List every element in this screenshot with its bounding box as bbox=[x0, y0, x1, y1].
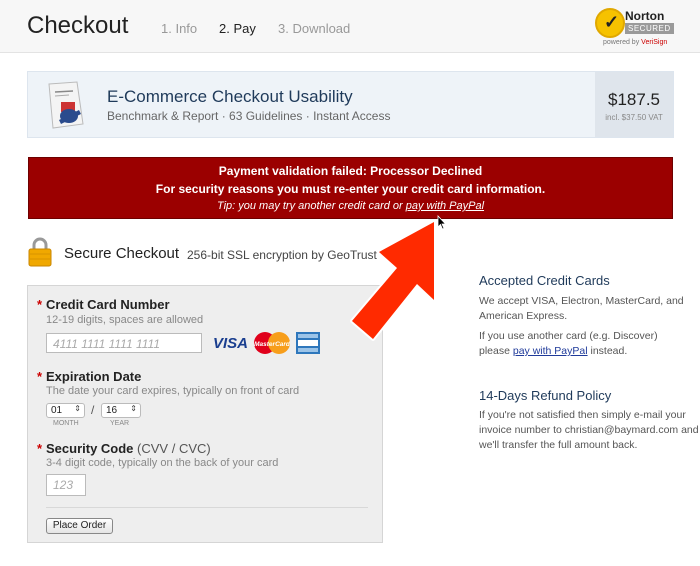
refund-policy-title: 14-Days Refund Policy bbox=[479, 388, 612, 403]
payment-form: * Credit Card Number 12-19 digits, spaces… bbox=[27, 285, 383, 543]
sidebar-paypal-link[interactable]: pay with PayPal bbox=[513, 345, 588, 357]
report-book-icon bbox=[48, 81, 84, 129]
chevron-down-icon: ⇕ bbox=[130, 404, 137, 413]
error-title: Payment validation failed: Processor Dec… bbox=[218, 164, 483, 178]
year-label: YEAR bbox=[110, 420, 130, 427]
error-tip: Tip: you may try another credit card or … bbox=[216, 200, 485, 212]
svg-text:MasterCard: MasterCard bbox=[254, 341, 291, 348]
error-message: For security reasons you must re-enter y… bbox=[155, 182, 546, 196]
svg-text:VISA: VISA bbox=[213, 335, 248, 352]
checkout-header: Checkout 1. Info 2. Pay 3. Download ✓ No… bbox=[0, 0, 700, 53]
expiration-label: * Expiration Date bbox=[37, 369, 142, 384]
expiration-help: The date your card expires, typically on… bbox=[46, 385, 300, 397]
norton-powered-by: powered by VeriSign bbox=[603, 39, 668, 46]
step-info[interactable]: 1. Info bbox=[161, 21, 197, 36]
chevron-down-icon: ⇕ bbox=[74, 404, 81, 413]
expiration-year-select[interactable]: 16 ⇕ bbox=[101, 403, 141, 418]
security-code-input[interactable]: 123 bbox=[46, 474, 86, 496]
page-title: Checkout bbox=[27, 12, 129, 39]
norton-secured-badge[interactable]: ✓ Norton SECURED powered by VeriSign bbox=[595, 6, 675, 50]
form-divider bbox=[46, 507, 368, 508]
security-code-help: 3-4 digit code, typically on the back of… bbox=[46, 457, 279, 469]
checkmark-icon: ✓ bbox=[595, 8, 625, 38]
visa-icon: VISA bbox=[213, 335, 248, 352]
security-code-label: * Security Code (CVV / CVC) bbox=[37, 441, 211, 456]
secure-checkout-title: Secure Checkout bbox=[64, 245, 180, 262]
product-description: Benchmark & Report · 63 Guidelines · Ins… bbox=[107, 109, 391, 123]
vat-note: incl. $37.50 VAT bbox=[605, 113, 663, 122]
amex-icon bbox=[296, 332, 320, 354]
mouse-cursor-icon bbox=[437, 215, 447, 230]
mastercard-icon: MasterCard bbox=[254, 332, 291, 354]
refund-policy-text: If you're not satisfied then simply e-ma… bbox=[479, 409, 699, 451]
accepted-cards-text: We accept VISA, Electron, MasterCard, an… bbox=[479, 295, 684, 322]
ssl-subtitle: 256-bit SSL encryption by GeoTrust bbox=[187, 248, 377, 262]
expiration-month-select[interactable]: 01 ⇕ bbox=[46, 403, 85, 418]
norton-brand: Norton bbox=[625, 9, 665, 23]
date-separator: / bbox=[91, 403, 95, 417]
payment-error-banner: Payment validation failed: Processor Dec… bbox=[28, 157, 673, 219]
month-label: MONTH bbox=[53, 420, 79, 427]
accepted-cards-title: Accepted Credit Cards bbox=[479, 273, 610, 288]
error-paypal-link[interactable]: pay with PayPal bbox=[406, 200, 484, 212]
step-pay[interactable]: 2. Pay bbox=[219, 21, 256, 36]
step-download[interactable]: 3. Download bbox=[278, 21, 350, 36]
card-number-label: * Credit Card Number bbox=[37, 297, 170, 312]
padlock-icon bbox=[28, 237, 52, 267]
card-number-help: 12-19 digits, spaces are allowed bbox=[46, 314, 204, 326]
other-card-text: If you use another card (e.g. Discover) … bbox=[479, 330, 658, 357]
place-order-button[interactable]: Place Order bbox=[46, 518, 113, 534]
norton-secured-label: SECURED bbox=[625, 23, 674, 34]
card-number-input[interactable]: 4111 1111 1111 1111 bbox=[46, 333, 202, 353]
price-box: $187.5 incl. $37.50 VAT bbox=[595, 72, 673, 137]
price: $187.5 bbox=[608, 90, 660, 109]
product-summary: E-Commerce Checkout Usability Benchmark … bbox=[27, 71, 674, 138]
product-name: E-Commerce Checkout Usability bbox=[107, 87, 353, 106]
